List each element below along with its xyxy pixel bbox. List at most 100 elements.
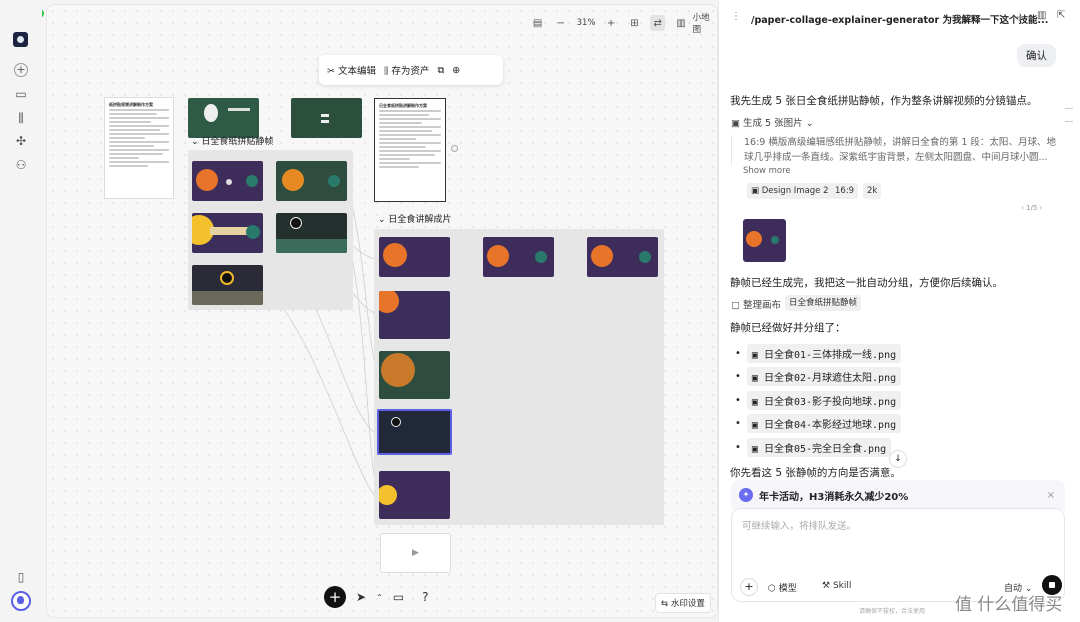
- watermark-icon: ⇆: [661, 599, 669, 609]
- library-icon[interactable]: ⫼: [14, 111, 28, 125]
- doc-node-selected[interactable]: 日全食纸拼贴讲解制作方案: [374, 98, 446, 202]
- doc-title: 纸拼贴视频讲解制作方案: [109, 102, 153, 107]
- grid-icon[interactable]: ⊞: [627, 15, 642, 31]
- cube-icon: ⬡: [768, 584, 776, 594]
- image-icon: ▣: [751, 444, 758, 455]
- save-asset-button[interactable]: ⫼ 存为资产: [384, 63, 429, 77]
- clip-05-video[interactable]: [379, 351, 450, 399]
- group-title-film[interactable]: ⌄ 日全食讲解成片: [378, 212, 451, 225]
- skill-button[interactable]: ⚒ Skill: [822, 581, 851, 591]
- group-chip[interactable]: 日全食纸拼贴静帧: [785, 295, 862, 311]
- zoom-level[interactable]: 31%: [577, 18, 596, 28]
- minimap-label[interactable]: 小地图: [693, 11, 717, 35]
- chat-panel: ⋮ /paper-collage-explainer-generator 为我解…: [718, 0, 1080, 622]
- file-item[interactable]: • ▣ 日全食01-三体排成一线.png: [735, 344, 902, 363]
- model-chip[interactable]: ▣ Design Image 2: [747, 183, 833, 199]
- image-icon: ▣: [751, 420, 758, 431]
- show-more-link[interactable]: Show more: [743, 166, 791, 176]
- model-button[interactable]: ⬡ 模型: [768, 581, 797, 594]
- export-icon[interactable]: ⇱: [1057, 10, 1065, 21]
- clip-02-video[interactable]: [483, 237, 554, 277]
- layout-icon[interactable]: ▥: [1037, 10, 1046, 21]
- canvas-toolbar: ▤ − 31% + ⊞ ⇄ ▥ 小地图: [530, 11, 717, 35]
- sidebar-toggle-icon[interactable]: ⋮: [731, 11, 741, 22]
- map-icon[interactable]: ▥: [673, 15, 688, 31]
- file-item[interactable]: • ▣ 日全食05-完全日全食.png: [735, 438, 892, 457]
- plugin-icon[interactable]: ✣: [14, 134, 28, 148]
- lightbulb-image[interactable]: [188, 98, 259, 138]
- image-icon: ▣: [751, 373, 758, 384]
- generate-images-step[interactable]: ▣ 生成 5 张图片 ⌄: [731, 115, 814, 129]
- new-plus-icon[interactable]: +: [14, 63, 28, 77]
- attach-button[interactable]: +: [740, 578, 758, 596]
- assistant-message-4: 你先看这 5 张静帧的方向是否满意。: [730, 467, 901, 479]
- link-icon[interactable]: [451, 145, 458, 152]
- image-pager[interactable]: ‹ 1/5 ›: [1021, 204, 1042, 212]
- right-scroll-indicator: [1065, 108, 1073, 122]
- left-rail: + ▭ ⫼ ✣ ⚇ ▯: [0, 0, 42, 622]
- assistant-message-2: 静帧已经生成完，我把这一批自动分组，方便你后续确认。: [730, 277, 1003, 289]
- image-icon: ▣: [751, 397, 758, 408]
- assistant-message-1: 我先生成 5 张日全食纸拼贴静帧，作为整条讲解视频的分镜锚点。: [730, 95, 1038, 107]
- play-icon: ▶: [412, 548, 419, 558]
- footer-note: 请确保不拔权，合法使用: [859, 608, 926, 615]
- new-chat-icon[interactable]: +: [1015, 10, 1025, 24]
- ratio-chip[interactable]: 16:9: [831, 183, 859, 199]
- layout-icon[interactable]: ▤: [530, 15, 545, 31]
- device-icon[interactable]: ▯: [14, 570, 28, 584]
- app-window: + ▭ ⫼ ✣ ⚇ ▯ ▤ − 31% + ⊞ ⇄ ▥ 小地图 ✂ 文本编辑 ⫼…: [0, 0, 1080, 622]
- doc-node-plan[interactable]: 纸拼贴视频讲解制作方案: [104, 97, 174, 199]
- organize-icon: ▢: [731, 300, 740, 311]
- file-item[interactable]: • ▣ 日全食02-月球遮住太阳.png: [735, 367, 902, 386]
- selection-toolbar: ✂ 文本编辑 ⫼ 存为资产 ⧉ ⊕: [319, 55, 503, 85]
- library-icon: ⫼: [384, 66, 389, 77]
- folder-icon[interactable]: ▭: [393, 590, 404, 604]
- app-logo-icon[interactable]: [11, 591, 31, 611]
- watermark-brand: 值 什么值得买: [955, 595, 1063, 615]
- help-icon[interactable]: ?: [422, 590, 428, 604]
- clip-06-video-selected[interactable]: [377, 409, 452, 455]
- clip-04-video[interactable]: [379, 291, 450, 339]
- user-message: 确认: [1017, 44, 1056, 67]
- input-placeholder: 可继续输入，将排队发送。: [742, 521, 857, 532]
- chevron-down-icon: ⌄: [805, 118, 814, 129]
- still-04-image[interactable]: [276, 213, 347, 253]
- still-02-image[interactable]: [276, 161, 347, 201]
- watermark-settings-button[interactable]: ⇆ 水印设置: [655, 593, 711, 613]
- nodes-icon[interactable]: ⚇: [14, 158, 28, 172]
- organize-canvas-step[interactable]: ▢ 整理画布: [731, 297, 781, 311]
- still-05-image[interactable]: [192, 265, 263, 305]
- green-board-image[interactable]: [291, 98, 362, 138]
- user-avatar[interactable]: [13, 32, 28, 47]
- file-item[interactable]: • ▣ 日全食04-本影经过地球.png: [735, 414, 902, 433]
- generated-image-thumb[interactable]: [743, 219, 786, 262]
- chat-input[interactable]: 可继续输入，将排队发送。 + ⬡ 模型 ⚒ Skill 自动 ⌄: [731, 508, 1065, 602]
- sparkle-icon: ✦: [739, 488, 753, 502]
- clip-03-video[interactable]: [587, 237, 658, 277]
- infinite-canvas[interactable]: ▤ − 31% + ⊞ ⇄ ▥ 小地图 ✂ 文本编辑 ⫼ 存为资产 ⧉ ⊕ 纸拼…: [46, 4, 718, 618]
- add-node-button[interactable]: +: [324, 586, 346, 608]
- zoom-out-button[interactable]: −: [553, 15, 568, 31]
- scissors-icon: ✂: [327, 66, 335, 77]
- file-item[interactable]: • ▣ 日全食03-影子投向地球.png: [735, 391, 902, 410]
- folder-icon[interactable]: ▭: [14, 87, 28, 101]
- close-icon[interactable]: ×: [1047, 490, 1055, 501]
- promo-banner[interactable]: ✦ 年卡活动，H3消耗永久减少20% ×: [731, 480, 1065, 510]
- pointer-icon[interactable]: ➤: [356, 590, 366, 604]
- chevron-up-icon[interactable]: ⌃: [376, 593, 383, 602]
- group-title-stills[interactable]: ⌄ 日全食纸拼贴静帧: [191, 134, 273, 147]
- text-edit-button[interactable]: ✂ 文本编辑: [327, 63, 376, 77]
- panel-title: /paper-collage-explainer-generator 为我解释一…: [751, 15, 1049, 26]
- copy-icon[interactable]: ⧉: [437, 65, 444, 76]
- still-01-image[interactable]: [192, 161, 263, 201]
- resolution-chip[interactable]: 2k: [863, 183, 882, 199]
- add-comment-icon[interactable]: ⊕: [452, 65, 460, 76]
- video-placeholder-node[interactable]: ▶: [380, 533, 451, 573]
- clip-01-video[interactable]: [379, 237, 450, 277]
- connect-icon[interactable]: ⇄: [650, 15, 666, 31]
- still-03-image[interactable]: [192, 213, 263, 253]
- clip-07-video[interactable]: [379, 471, 450, 519]
- stop-icon: [1049, 582, 1055, 588]
- zoom-in-button[interactable]: +: [603, 15, 618, 31]
- doc2-title: 日全食纸拼贴讲解制作方案: [379, 103, 427, 108]
